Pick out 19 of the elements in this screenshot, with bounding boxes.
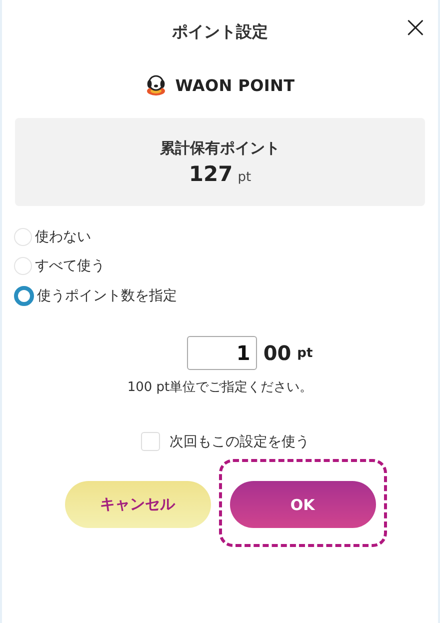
balance-unit: pt bbox=[238, 170, 252, 184]
brand-name: WAON POINT bbox=[175, 76, 295, 94]
checkbox-label[interactable]: 次回もこの設定を使う bbox=[170, 432, 310, 450]
dog-logo-icon bbox=[145, 74, 168, 96]
close-button[interactable]: × bbox=[398, 14, 432, 42]
radio-button[interactable] bbox=[14, 286, 34, 306]
option-label[interactable]: 使わない bbox=[35, 228, 91, 246]
amount-unit: pt bbox=[297, 346, 313, 360]
cancel-button[interactable]: キャンセル bbox=[64, 481, 210, 528]
balance-value: 127 bbox=[188, 162, 233, 186]
amount-hint: 100 pt単位でご指定ください。 bbox=[127, 379, 313, 396]
option-label[interactable]: 使うポイント数を指定 bbox=[37, 287, 177, 305]
option-label[interactable]: すべて使う bbox=[35, 257, 105, 275]
ok-button[interactable]: OK bbox=[230, 481, 376, 528]
balance-label: 累計保有ポイント bbox=[160, 138, 280, 158]
dialog-title: ポイント設定 bbox=[172, 22, 268, 40]
checkbox[interactable] bbox=[140, 432, 160, 451]
amount-field[interactable]: 1 bbox=[187, 336, 258, 370]
amount-suffix: 00 bbox=[263, 341, 292, 365]
